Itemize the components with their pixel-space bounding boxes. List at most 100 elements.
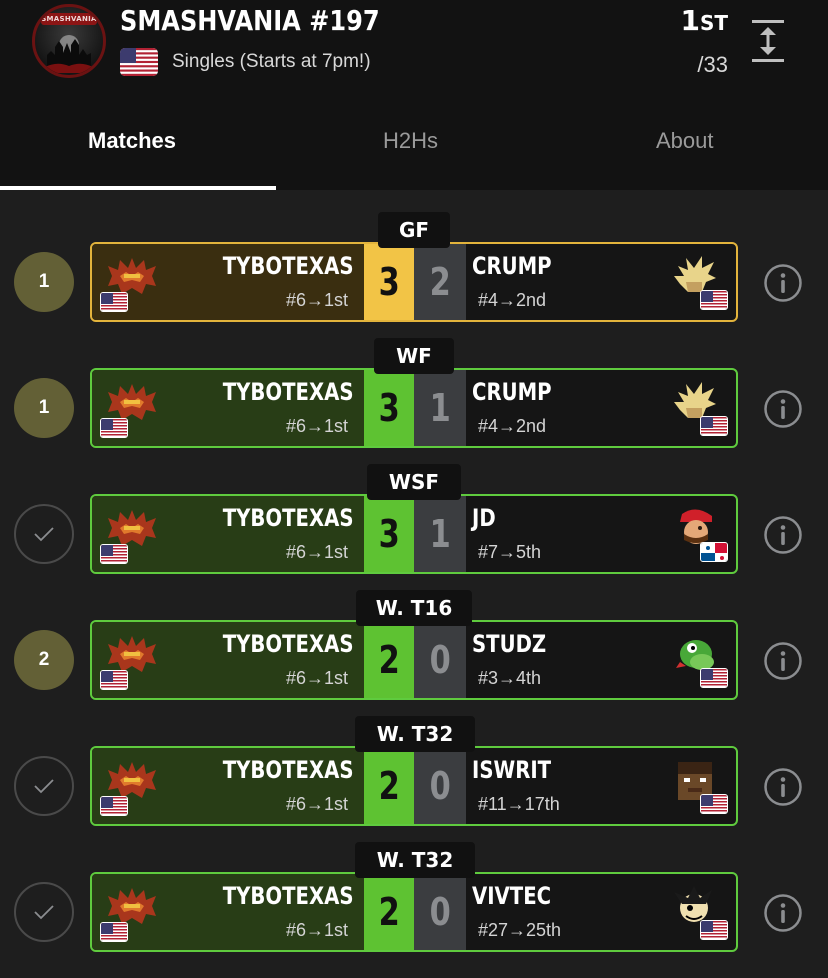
match-card[interactable]: TYBOTEXAS #6→1st 2 0 STUDZ #3→4th bbox=[90, 620, 738, 700]
player1-name: TYBOTEXAS bbox=[223, 504, 354, 532]
player2-seed: #4→2nd bbox=[478, 290, 547, 310]
match-card[interactable]: TYBOTEXAS #6→1st 2 0 VIVTEC #27→25th bbox=[90, 872, 738, 952]
player2-score: 0 bbox=[429, 764, 451, 808]
player2-seed: #11→17th bbox=[478, 794, 560, 814]
final-placing: 1ST bbox=[680, 4, 728, 37]
match-row: 2 W. T16 TYBOTEXAS #6→1st 2 0 STUDZ #3→4… bbox=[0, 590, 828, 700]
us-flag-icon bbox=[700, 290, 728, 310]
player2-seed: #3→4th bbox=[478, 668, 542, 688]
player2-name: STUDZ bbox=[472, 630, 547, 658]
player2-name: VIVTEC bbox=[472, 882, 552, 910]
incineroar-icon bbox=[108, 888, 156, 924]
player2-score-box: 2 bbox=[414, 244, 466, 320]
expand-collapse-icon[interactable] bbox=[750, 18, 786, 64]
player1-name: TYBOTEXAS bbox=[223, 378, 354, 406]
tournament-title: SMASHVANIA #197 bbox=[120, 4, 380, 37]
player2-score: 0 bbox=[429, 890, 451, 934]
match-row: W. T32 TYBOTEXAS #6→1st 2 0 ISWRIT #11→1… bbox=[0, 716, 828, 826]
player1-name: TYBOTEXAS bbox=[223, 630, 354, 658]
round-label: WF bbox=[374, 338, 454, 374]
player1-flag-icon bbox=[100, 922, 128, 942]
event-header: SMASHVANIA SMASHVANIA #197 Singles (Star… bbox=[0, 0, 828, 190]
match-row: W. T32 TYBOTEXAS #6→1st 2 0 VIVTEC #27→2… bbox=[0, 842, 828, 952]
us-flag-icon bbox=[120, 48, 158, 76]
player1-flag-icon bbox=[100, 418, 128, 438]
player1-score-box: 3 bbox=[364, 370, 414, 446]
placing-suffix: ST bbox=[699, 11, 728, 35]
player2-name: CRUMP bbox=[472, 252, 552, 280]
info-icon[interactable] bbox=[763, 263, 803, 303]
tab-matches[interactable]: Matches bbox=[88, 128, 176, 154]
player1-seed: #6→1st bbox=[285, 920, 348, 940]
player2-score-box: 0 bbox=[414, 622, 466, 698]
castle-icon bbox=[45, 35, 93, 73]
player1-score: 3 bbox=[378, 512, 400, 556]
player1-score: 3 bbox=[378, 260, 400, 304]
info-icon[interactable] bbox=[763, 641, 803, 681]
player2-score-box: 1 bbox=[414, 496, 466, 572]
match-card[interactable]: TYBOTEXAS #6→1st 2 0 ISWRIT #11→17th bbox=[90, 746, 738, 826]
match-card[interactable]: TYBOTEXAS #6→1st 3 1 CRUMP #4→2nd bbox=[90, 368, 738, 448]
player1-score-box: 3 bbox=[364, 496, 414, 572]
round-label: W. T16 bbox=[356, 590, 472, 626]
player1-flag-icon bbox=[100, 670, 128, 690]
player1-score-box: 2 bbox=[364, 748, 414, 824]
player1-flag-icon bbox=[100, 544, 128, 564]
player1-score: 2 bbox=[378, 638, 400, 682]
player2-score-box: 1 bbox=[414, 370, 466, 446]
incineroar-icon bbox=[108, 384, 156, 420]
entrant-count: /33 bbox=[697, 52, 728, 77]
match-card[interactable]: TYBOTEXAS #6→1st 3 2 CRUMP #4→2nd bbox=[90, 242, 738, 322]
player1-score: 3 bbox=[378, 386, 400, 430]
incineroar-icon bbox=[108, 258, 156, 294]
match-status: 1 bbox=[14, 252, 74, 312]
match-card[interactable]: TYBOTEXAS #6→1st 3 1 JD #7→5th bbox=[90, 494, 738, 574]
info-icon[interactable] bbox=[763, 767, 803, 807]
incineroar-icon bbox=[108, 510, 156, 546]
placing-number: 1 bbox=[680, 4, 700, 37]
incineroar-icon bbox=[108, 762, 156, 798]
player1-score-box: 2 bbox=[364, 874, 414, 950]
player1-score-box: 2 bbox=[364, 622, 414, 698]
round-label: W. T32 bbox=[355, 716, 475, 752]
us-flag-icon bbox=[700, 794, 728, 814]
match-status: 2 bbox=[14, 630, 74, 690]
player1-name: TYBOTEXAS bbox=[223, 882, 354, 910]
player1-seed: #6→1st bbox=[285, 668, 348, 688]
player2-score-box: 0 bbox=[414, 874, 466, 950]
match-status: 1 bbox=[14, 378, 74, 438]
checkmark-icon bbox=[14, 882, 74, 942]
tab-h2hs[interactable]: H2Hs bbox=[383, 128, 438, 154]
round-label: WSF bbox=[367, 464, 461, 500]
incineroar-icon bbox=[108, 636, 156, 672]
round-label: GF bbox=[378, 212, 450, 248]
player1-seed: #6→1st bbox=[285, 542, 348, 562]
player2-seed: #27→25th bbox=[478, 920, 562, 940]
player1-name: TYBOTEXAS bbox=[223, 756, 354, 784]
player1-seed: #6→1st bbox=[285, 290, 348, 310]
player1-flag-icon bbox=[100, 292, 128, 312]
tab-about[interactable]: About bbox=[656, 128, 714, 154]
player1-seed: #6→1st bbox=[285, 794, 348, 814]
logo-banner: SMASHVANIA bbox=[41, 13, 97, 25]
player2-score-box: 0 bbox=[414, 748, 466, 824]
tab-bar: Matches H2Hs About bbox=[0, 110, 828, 190]
round-label: W. T32 bbox=[355, 842, 475, 878]
player1-score: 2 bbox=[378, 764, 400, 808]
panama-flag-icon bbox=[700, 542, 728, 562]
match-row: 1 WF TYBOTEXAS #6→1st 3 1 CRUMP #4→2nd bbox=[0, 338, 828, 448]
match-row: WSF TYBOTEXAS #6→1st 3 1 JD #7→5th bbox=[0, 464, 828, 574]
info-icon[interactable] bbox=[763, 515, 803, 555]
player2-name: CRUMP bbox=[472, 378, 552, 406]
us-flag-icon bbox=[700, 668, 728, 688]
us-flag-icon bbox=[700, 416, 728, 436]
tournament-logo: SMASHVANIA bbox=[32, 4, 106, 78]
player1-flag-icon bbox=[100, 796, 128, 816]
player2-name: ISWRIT bbox=[472, 756, 552, 784]
player2-score: 2 bbox=[429, 260, 451, 304]
info-icon[interactable] bbox=[763, 893, 803, 933]
checkmark-icon bbox=[14, 756, 74, 816]
info-icon[interactable] bbox=[763, 389, 803, 429]
player2-score: 0 bbox=[429, 638, 451, 682]
player2-score: 1 bbox=[429, 386, 451, 430]
